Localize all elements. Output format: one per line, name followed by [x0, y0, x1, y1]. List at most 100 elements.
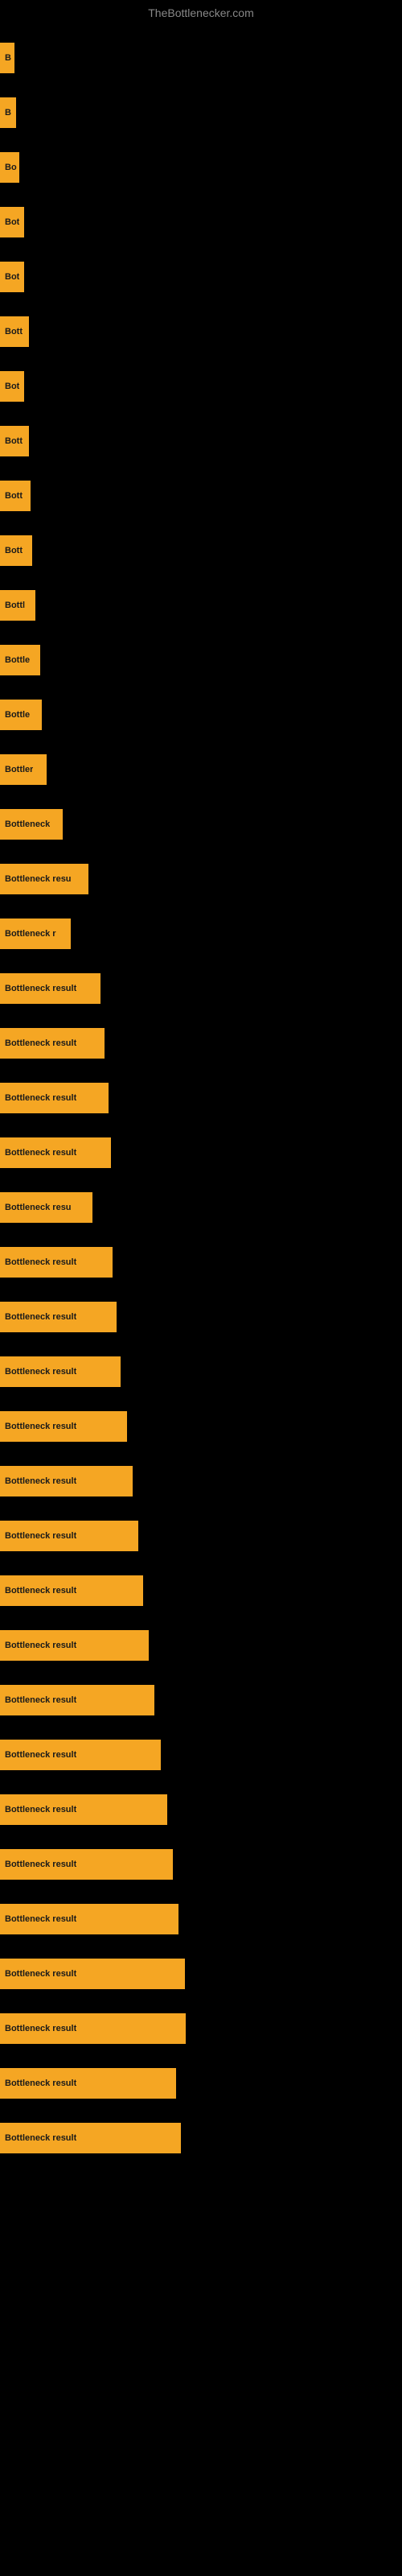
bar-label: Bottl — [5, 601, 25, 610]
bar-row: Bottleneck result — [0, 1454, 402, 1509]
bar-row: Bot — [0, 195, 402, 250]
bar-row: B — [0, 85, 402, 140]
bar-item: Bottleneck result — [0, 1137, 111, 1168]
bar-row: Bott — [0, 469, 402, 523]
bar-row: Bott — [0, 523, 402, 578]
bar-label: Bottler — [5, 765, 33, 774]
bar-item: Bottl — [0, 590, 35, 621]
bar-row: Bottleneck result — [0, 1509, 402, 1563]
bar-label: Bottleneck result — [5, 984, 76, 993]
bar-item: Bottleneck result — [0, 1247, 113, 1278]
bar-item: Bottleneck resu — [0, 864, 88, 894]
bar-item: Bottleneck result — [0, 1685, 154, 1715]
bar-label: Bottleneck result — [5, 1695, 76, 1705]
bar-row: Bottleneck result — [0, 1071, 402, 1125]
bar-item: Bottleneck result — [0, 1521, 138, 1551]
bar-row: Bot — [0, 250, 402, 304]
bar-row: Bottleneck — [0, 797, 402, 852]
bar-row: Bottleneck result — [0, 1837, 402, 1892]
bar-item: Bottleneck resu — [0, 1192, 92, 1223]
bar-row: Bo — [0, 140, 402, 195]
bar-label: Bot — [5, 217, 19, 227]
bar-row: Bottleneck result — [0, 1016, 402, 1071]
bar-item: Bottleneck result — [0, 2013, 186, 2044]
bar-item: Bottleneck result — [0, 1083, 109, 1113]
bar-item: B — [0, 97, 16, 128]
bar-label: Bottleneck result — [5, 1641, 76, 1650]
bars-container: B B Bo Bot Bot Bott Bot Bott Bott Bott Bottl Bottle… — [0, 23, 402, 2174]
bar-row: Bottler — [0, 742, 402, 797]
bar-row: B — [0, 31, 402, 85]
bar-item: Bottleneck r — [0, 919, 71, 949]
bar-label: Bott — [5, 436, 23, 446]
bar-item: Bottleneck result — [0, 2123, 181, 2153]
bar-label: Bottle — [5, 655, 30, 665]
bar-row: Bott — [0, 414, 402, 469]
bar-label: Bottleneck r — [5, 929, 56, 939]
bar-row: Bott — [0, 304, 402, 359]
bar-item: Bott — [0, 481, 31, 511]
bar-row: Bottleneck result — [0, 2001, 402, 2056]
bar-row: Bottleneck result — [0, 1946, 402, 2001]
bar-row: Bottleneck result — [0, 2111, 402, 2165]
bar-label: B — [5, 108, 11, 118]
bar-item: Bot — [0, 207, 24, 237]
bar-row: Bottle — [0, 687, 402, 742]
bar-item: Bott — [0, 535, 32, 566]
bar-item: Bottleneck result — [0, 1411, 127, 1442]
bar-row: Bottleneck result — [0, 1399, 402, 1454]
bar-item: Bot — [0, 371, 24, 402]
bar-item: Bottleneck result — [0, 1028, 105, 1059]
bar-item: Bo — [0, 152, 19, 183]
bar-item: Bott — [0, 426, 29, 456]
bar-row: Bottleneck result — [0, 1290, 402, 1344]
bar-row: Bottleneck result — [0, 1125, 402, 1180]
bar-item: Bottleneck result — [0, 1630, 149, 1661]
bar-row: Bottleneck result — [0, 2056, 402, 2111]
bar-item: Bottleneck result — [0, 1904, 178, 1934]
bar-label: Bottleneck result — [5, 1093, 76, 1103]
bar-item: Bottle — [0, 645, 40, 675]
bar-row: Bottleneck result — [0, 1563, 402, 1618]
bar-label: Bott — [5, 491, 23, 501]
bar-row: Bottleneck result — [0, 1673, 402, 1728]
bar-label: Bottleneck result — [5, 2079, 76, 2088]
bar-item: B — [0, 43, 14, 73]
bar-label: Bottleneck result — [5, 1969, 76, 1979]
bar-label: Bottleneck result — [5, 1586, 76, 1596]
bar-label: Bottleneck result — [5, 2133, 76, 2143]
bar-row: Bottleneck r — [0, 906, 402, 961]
bar-label: Bottleneck result — [5, 1422, 76, 1431]
bar-item: Bottleneck result — [0, 1959, 185, 1989]
bar-label: Bottleneck result — [5, 2024, 76, 2033]
bar-label: Bottleneck resu — [5, 874, 72, 884]
bar-row: Bottleneck result — [0, 1892, 402, 1946]
bar-row: Bottleneck resu — [0, 1180, 402, 1235]
bar-row: Bottleneck result — [0, 961, 402, 1016]
bar-label: B — [5, 53, 11, 63]
bar-item: Bottleneck result — [0, 1849, 173, 1880]
bar-item: Bottleneck — [0, 809, 63, 840]
bar-label: Bot — [5, 272, 19, 282]
bar-label: Bottleneck result — [5, 1038, 76, 1048]
bar-row: Bottleneck resu — [0, 852, 402, 906]
bar-item: Bottleneck result — [0, 1302, 117, 1332]
site-title: TheBottlenecker.com — [0, 0, 402, 23]
bar-row: Bot — [0, 359, 402, 414]
bar-label: Bo — [5, 163, 17, 172]
bar-row: Bottleneck result — [0, 1728, 402, 1782]
bar-row: Bottle — [0, 633, 402, 687]
bar-label: Bottleneck — [5, 819, 50, 829]
bar-label: Bottleneck result — [5, 1367, 76, 1377]
bar-label: Bottleneck result — [5, 1312, 76, 1322]
bar-label: Bottleneck result — [5, 1531, 76, 1541]
bar-item: Bottleneck result — [0, 2068, 176, 2099]
bar-item: Bottleneck result — [0, 1794, 167, 1825]
bar-item: Bottleneck result — [0, 1575, 143, 1606]
bar-row: Bottl — [0, 578, 402, 633]
bar-row: Bottleneck result — [0, 1782, 402, 1837]
bar-item: Bottle — [0, 700, 42, 730]
bar-label: Bottle — [5, 710, 30, 720]
bar-label: Bottleneck result — [5, 1750, 76, 1760]
bar-label: Bott — [5, 327, 23, 336]
